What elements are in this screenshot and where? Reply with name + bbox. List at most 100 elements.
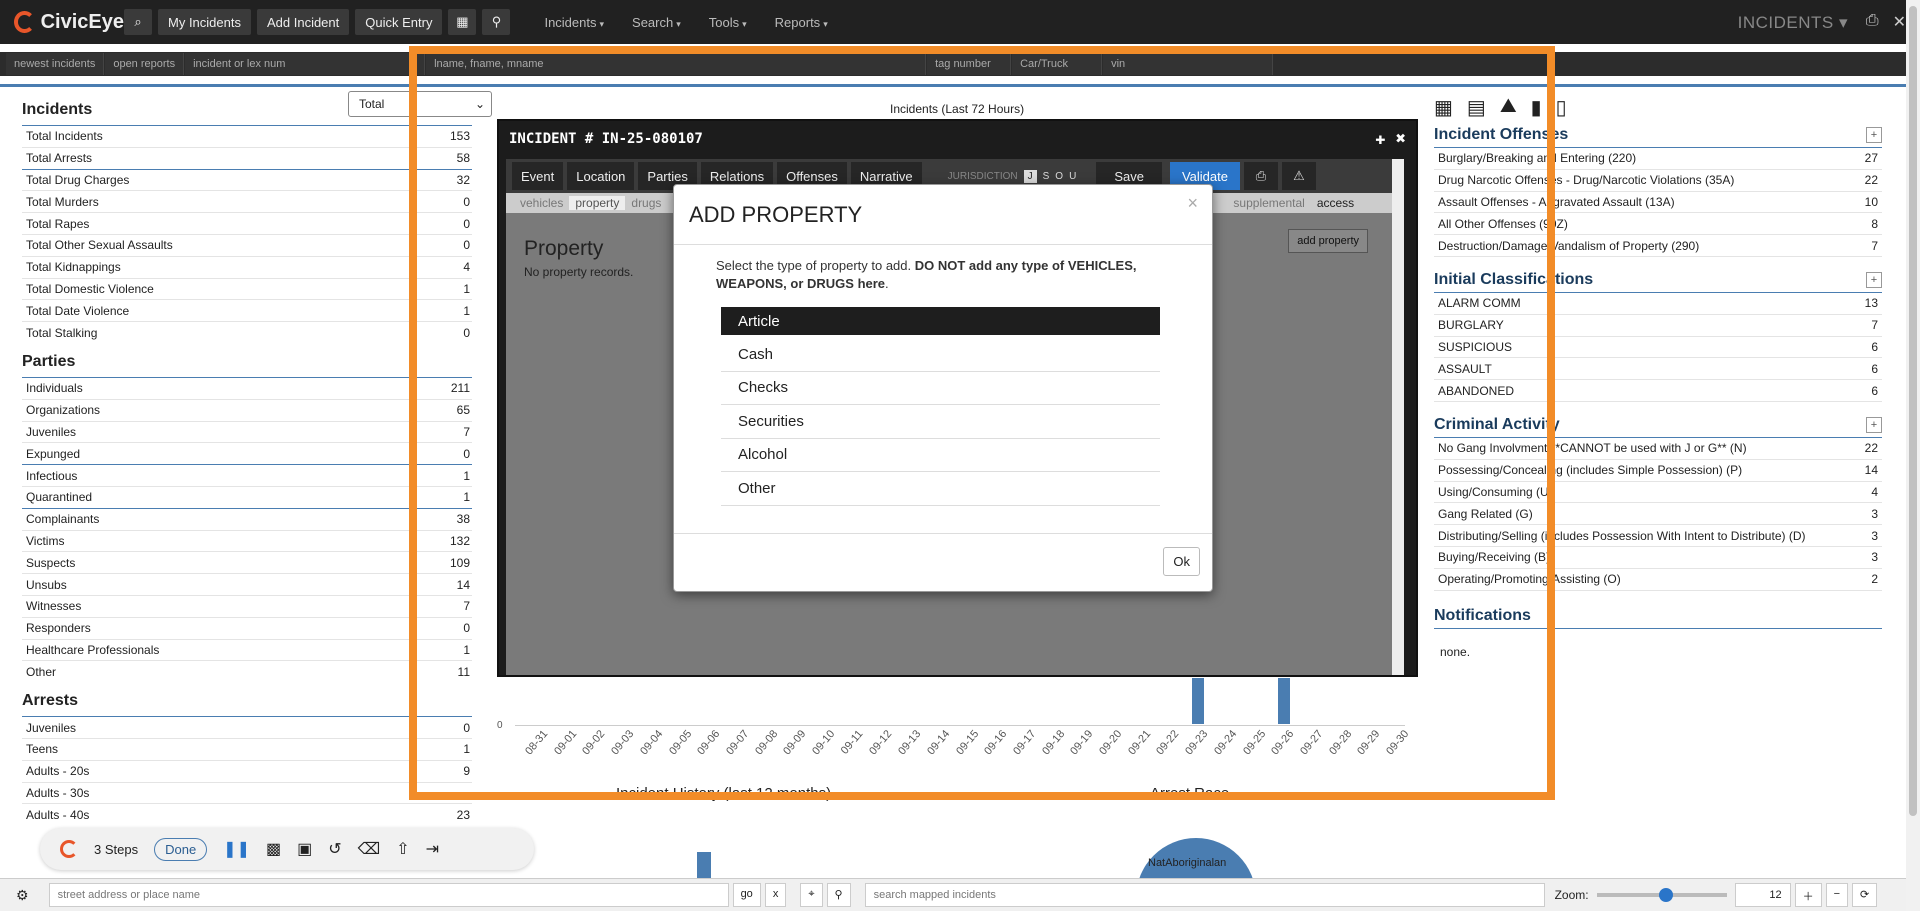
menu-reports[interactable]: Reports ▾ <box>775 15 828 30</box>
go-button[interactable]: go <box>732 883 761 907</box>
stat-row[interactable]: Total Rapes 0 <box>22 212 472 234</box>
row-count: 6 <box>1871 383 1878 398</box>
stat-row[interactable]: Infectious 1 <box>22 464 472 486</box>
newest-incidents-field[interactable]: newest incidents <box>6 53 105 75</box>
share-icon[interactable]: ⇧ <box>396 839 409 859</box>
stat-row[interactable]: Witnesses 7 <box>22 594 472 617</box>
open-reports-field[interactable]: open reports <box>105 53 185 75</box>
row-label: Witnesses <box>26 599 82 614</box>
page-scrollbar[interactable] <box>1906 0 1920 911</box>
clear-button[interactable]: x <box>764 883 787 907</box>
add-incident-button[interactable]: Add Incident <box>256 9 350 35</box>
stat-row[interactable]: Total Date Violence 1 <box>22 299 472 321</box>
stat-row[interactable]: Total Kidnappings 4 <box>22 255 472 278</box>
done-button[interactable]: Done <box>154 837 208 861</box>
image-icon[interactable]: ▣ <box>297 839 312 859</box>
row-count: 13 <box>1864 296 1878 311</box>
row-count: 10 <box>1864 194 1878 209</box>
stat-row[interactable]: Total Murders 0 <box>22 190 472 212</box>
trash-icon[interactable]: ⌫ <box>358 839 381 859</box>
calculator-icon[interactable]: ▦ <box>448 9 477 35</box>
stat-row[interactable]: Juveniles 7 <box>22 420 472 443</box>
stat-row[interactable]: Expunged 0 <box>22 442 472 464</box>
row-label: Expunged <box>26 446 81 461</box>
stat-row[interactable]: Total Incidents 153 <box>22 125 472 147</box>
menu-incidents[interactable]: Incidents ▾ <box>544 15 604 30</box>
blur-icon[interactable]: ▩ <box>266 839 281 859</box>
row-count: 3 <box>1871 550 1878 565</box>
stat-row[interactable]: Individuals 211 <box>22 376 472 399</box>
stat-row[interactable]: Responders 0 <box>22 616 472 639</box>
row-count: 4 <box>1871 484 1878 499</box>
scrollbar-thumb[interactable] <box>1909 6 1917 816</box>
menu-tools[interactable]: Tools ▾ <box>709 15 747 30</box>
stat-row[interactable]: Complainants 38 <box>22 507 472 530</box>
print-icon[interactable]: ⎙ <box>1866 12 1879 32</box>
zoom-out-icon[interactable]: − <box>1825 883 1849 907</box>
zoom-value[interactable]: 12 <box>1734 883 1791 907</box>
row-count: 6 <box>1871 361 1878 376</box>
row-count: 3 <box>1871 506 1878 521</box>
mapped-search-input[interactable]: search mapped incidents <box>864 883 1545 907</box>
stat-row[interactable]: Unsubs 14 <box>22 573 472 595</box>
row-label: Victims <box>26 533 65 548</box>
book-icon[interactable]: ▯ <box>1556 95 1567 120</box>
stat-row[interactable]: Other 11 <box>22 660 472 682</box>
quick-entry-button[interactable]: Quick Entry <box>355 9 443 35</box>
zoom-slider-handle[interactable] <box>1658 888 1673 902</box>
history-bar <box>697 852 711 878</box>
close-icon[interactable]: ✕ <box>1893 12 1906 32</box>
undo-icon[interactable]: ↺ <box>328 839 341 859</box>
caret-down-icon: ▾ <box>742 18 747 29</box>
incidents-list: Total Incidents 153 Total Arrests 58 Total D… <box>22 125 472 343</box>
map-pin-icon[interactable]: ⚲ <box>826 883 851 907</box>
search-icon-button[interactable]: ⌕ <box>124 9 152 35</box>
expand-icon[interactable]: + <box>1866 127 1882 143</box>
stat-row[interactable]: Juveniles 0 <box>22 716 472 738</box>
pause-icon[interactable]: ❚❚ <box>223 839 250 859</box>
parties-title-text: Parties <box>22 352 76 370</box>
menu-incidents-label: Incidents <box>544 14 597 30</box>
gear-icon[interactable]: ⚙ <box>16 887 29 904</box>
menu-tools-label: Tools <box>708 14 740 30</box>
address-input[interactable]: street address or place name <box>48 883 729 907</box>
row-label: Adults - 40s <box>26 807 90 822</box>
refresh-icon[interactable]: ⟳ <box>1852 883 1878 907</box>
app-logo[interactable]: CivicEye <box>14 11 124 34</box>
my-incidents-button[interactable]: My Incidents <box>158 9 251 35</box>
stat-row[interactable]: Adults - 30s <box>22 781 472 804</box>
stat-row[interactable]: Total Other Sexual Assaults 0 <box>22 233 472 256</box>
stat-row[interactable]: Adults - 20s 9 <box>22 759 472 782</box>
menu-search[interactable]: Search ▾ <box>632 15 681 30</box>
stat-row[interactable]: Adults - 40s 23 <box>22 803 472 825</box>
zoom-in-icon[interactable]: ＋ <box>1794 883 1822 907</box>
stat-row[interactable]: Teens 1 <box>22 737 472 760</box>
stat-row[interactable]: Quarantined 1 <box>22 485 472 508</box>
row-count: 8 <box>1871 216 1878 231</box>
stat-row[interactable]: Healthcare Professionals 1 <box>22 638 472 661</box>
row-label: Healthcare Professionals <box>26 642 160 657</box>
caret-down-icon: ▾ <box>599 18 605 29</box>
expand-icon[interactable]: + <box>1866 416 1882 433</box>
stat-row[interactable]: Total Arrests 58 <box>22 146 472 169</box>
stat-row[interactable]: Suspects 109 <box>22 551 472 573</box>
stat-row[interactable]: Total Drug Charges 32 <box>22 168 472 191</box>
civiceye-logo-icon <box>14 11 35 33</box>
row-label: Total Drug Charges <box>26 172 130 187</box>
stat-row[interactable]: Total Domestic Violence 1 <box>22 277 472 300</box>
locate-icon[interactable]: ⌖ <box>800 883 823 907</box>
exit-icon[interactable]: ⇥ <box>426 839 439 859</box>
top-nav: CivicEye ⌕ My Incidents Add Incident Qui… <box>0 0 1920 44</box>
parties-title: Parties <box>22 353 472 371</box>
row-count: 3 <box>1871 528 1878 543</box>
section-title[interactable]: INCIDENTS ▾ <box>1738 13 1848 33</box>
zoom-slider[interactable] <box>1596 888 1727 902</box>
incident-num-field[interactable]: incident or lex num <box>185 53 426 75</box>
highlight-frame <box>409 46 1555 800</box>
stat-row[interactable]: Organizations 65 <box>22 398 472 421</box>
stat-row[interactable]: Total Stalking 0 <box>22 321 472 343</box>
map-pin-icon[interactable]: ⚲ <box>482 9 511 35</box>
row-label: Total Incidents <box>26 129 103 144</box>
stat-row[interactable]: Victims 132 <box>22 529 472 552</box>
expand-icon[interactable]: + <box>1866 271 1882 288</box>
